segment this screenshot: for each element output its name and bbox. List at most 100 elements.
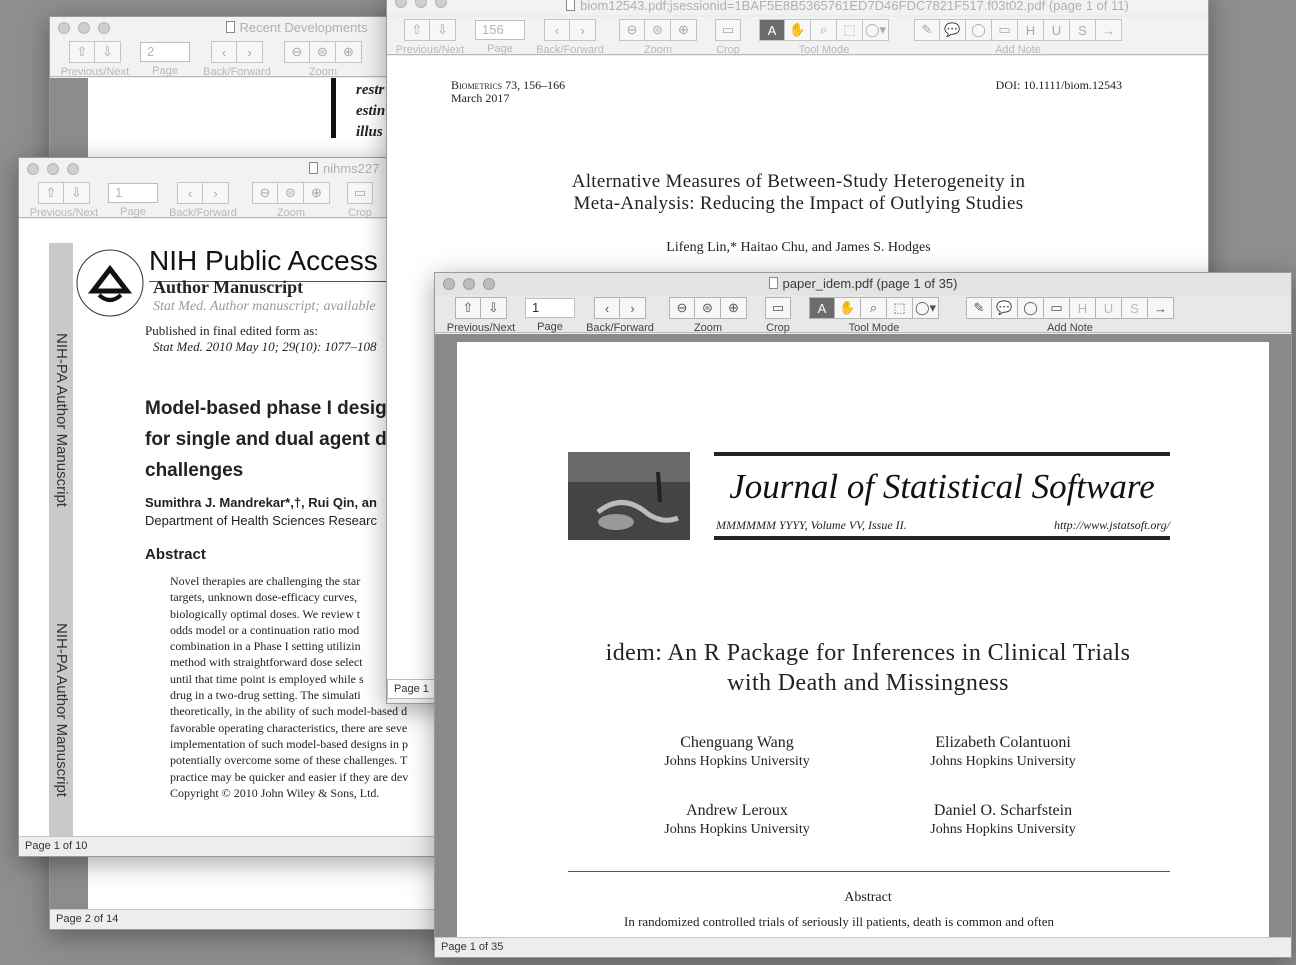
next-page-button[interactable]: ⇩ (64, 182, 90, 204)
underline-icon[interactable]: U (1096, 297, 1122, 319)
document-viewport[interactable]: Journal of Statistical Software MMMMMM Y… (435, 334, 1291, 937)
title-bar[interactable]: paper_idem.pdf (page 1 of 35) (435, 273, 1291, 295)
previous-page-button[interactable]: ⇧ (455, 297, 481, 319)
page-label: Page (487, 43, 513, 55)
shape-tool[interactable]: ◯▾ (863, 19, 889, 41)
side-label: NIH-PA Author Manuscript (53, 333, 70, 507)
rectangle-icon[interactable]: ▭ (1044, 297, 1070, 319)
page-number-field[interactable]: 1 (525, 298, 575, 318)
marquee-tool[interactable]: ⬚ (887, 297, 913, 319)
author-block: Daniel O. Scharfstein Johns Hopkins Univ… (903, 802, 1103, 838)
forward-button[interactable]: › (620, 297, 646, 319)
back-button[interactable]: ‹ (594, 297, 620, 319)
zoom-label: Zoom (276, 207, 306, 219)
forward-button[interactable]: › (570, 19, 596, 41)
abstract-body: Novel therapies are challenging the star… (170, 573, 408, 801)
title-bar[interactable]: nihms227 (19, 158, 443, 180)
zoom-in-button[interactable]: ⊕ (721, 297, 747, 319)
status-bar: Page 1 o (387, 679, 439, 703)
highlight-icon[interactable]: H (1018, 19, 1044, 41)
author-affiliation: Johns Hopkins University (664, 754, 810, 769)
toolbar: ⇧ ⇩ Previous/Next 1 Page ‹ › Back/Forward … (435, 295, 1291, 334)
back-forward-label: Back/Forward (536, 44, 604, 56)
page-number-field[interactable]: 1 (108, 183, 158, 203)
zoom-in-button[interactable]: ⊕ (336, 41, 362, 63)
actual-size-button[interactable]: ⊜ (278, 182, 304, 204)
abstract-line: until that time point is employed while … (170, 671, 364, 686)
arrow-icon[interactable]: → (1148, 297, 1174, 319)
page-number-field[interactable]: 2 (140, 42, 190, 62)
abstract-line: biologically optimal doses. We review t (170, 606, 361, 621)
page-number-field[interactable]: 156 (475, 20, 525, 40)
forward-button[interactable]: › (237, 41, 263, 63)
next-page-button[interactable]: ⇩ (95, 41, 121, 63)
author-affiliation: Johns Hopkins University (930, 822, 1076, 837)
next-page-button[interactable]: ⇩ (430, 19, 456, 41)
document-icon (768, 277, 778, 289)
back-button[interactable]: ‹ (211, 41, 237, 63)
abstract-line: In randomized controlled trials of serio… (624, 914, 1054, 929)
document-viewport[interactable]: NIH-PA Author Manuscript NIH-PA Author M… (19, 219, 443, 836)
author-name: Daniel O. Scharfstein (933, 802, 1073, 819)
rectangle-icon[interactable]: ▭ (992, 19, 1018, 41)
previous-page-button[interactable]: ⇧ (69, 41, 95, 63)
pdf-page: Journal of Statistical Software MMMMMM Y… (457, 342, 1269, 937)
abstract-line: odds model or a continuation ratio mod (170, 622, 360, 637)
oval-icon[interactable]: ◯ (966, 19, 992, 41)
back-forward-label: Back/Forward (203, 66, 271, 78)
marquee-tool[interactable]: ⬚ (837, 19, 863, 41)
side-label: NIH-PA Author Manuscript (53, 623, 70, 797)
margin-bar (331, 78, 336, 138)
hand-tool[interactable]: ✋ (785, 19, 811, 41)
page-text-line: illus (356, 124, 383, 140)
previous-page-button[interactable]: ⇧ (38, 182, 64, 204)
shape-tool[interactable]: ◯▾ (913, 297, 939, 319)
crop-button[interactable]: ▭ (715, 19, 741, 41)
zoom-in-button[interactable]: ⊕ (671, 19, 697, 41)
previous-page-button[interactable]: ⇧ (404, 19, 430, 41)
pencil-icon[interactable]: ✎ (966, 297, 992, 319)
strikethrough-icon[interactable]: S (1122, 297, 1148, 319)
paper-title-line: Meta-Analysis: Reducing the Impact of Ou… (573, 193, 1024, 214)
underline-icon[interactable]: U (1044, 19, 1070, 41)
text-select-tool[interactable]: A (809, 297, 835, 319)
zoom-out-button[interactable]: ⊖ (284, 41, 310, 63)
zoom-out-button[interactable]: ⊖ (669, 297, 695, 319)
back-button[interactable]: ‹ (177, 182, 203, 204)
speech-bubble-icon[interactable]: 💬 (940, 19, 966, 41)
forward-button[interactable]: › (203, 182, 229, 204)
arrow-icon[interactable]: → (1096, 19, 1122, 41)
hand-tool[interactable]: ✋ (835, 297, 861, 319)
back-button[interactable]: ‹ (544, 19, 570, 41)
actual-size-button[interactable]: ⊜ (310, 41, 336, 63)
magnifier-tool[interactable]: ⌕ (861, 297, 887, 319)
page-label: Page (537, 321, 563, 333)
page-label: Page (152, 65, 178, 77)
crop-button[interactable]: ▭ (765, 297, 791, 319)
zoom-out-button[interactable]: ⊖ (619, 19, 645, 41)
next-page-button[interactable]: ⇩ (481, 297, 507, 319)
zoom-in-button[interactable]: ⊕ (304, 182, 330, 204)
abstract-line: theoretically, in the ability of such mo… (170, 704, 408, 719)
title-bar[interactable]: biom12543.pdf;jsessionid=1BAF5E8B5365761… (387, 0, 1208, 15)
paper-title-line: challenges (145, 460, 244, 481)
oval-icon[interactable]: ◯ (1018, 297, 1044, 319)
zoom-label: Zoom (308, 66, 338, 78)
zoom-out-button[interactable]: ⊖ (252, 182, 278, 204)
title-bar[interactable]: Recent Developments (50, 17, 443, 39)
text-select-tool[interactable]: A (759, 19, 785, 41)
window-paper-idem: paper_idem.pdf (page 1 of 35) ⇧ ⇩ Previou… (434, 272, 1292, 958)
actual-size-button[interactable]: ⊜ (645, 19, 671, 41)
highlight-icon[interactable]: H (1070, 297, 1096, 319)
actual-size-button[interactable]: ⊜ (695, 297, 721, 319)
back-forward-label: Back/Forward (586, 322, 654, 334)
speech-bubble-icon[interactable]: 💬 (992, 297, 1018, 319)
magnifier-tool[interactable]: ⌕ (811, 19, 837, 41)
pencil-icon[interactable]: ✎ (914, 19, 940, 41)
crop-button[interactable]: ▭ (347, 182, 373, 204)
strikethrough-icon[interactable]: S (1070, 19, 1096, 41)
author-name: Chenguang Wang (680, 734, 794, 751)
pdf-page: NIH-PA Author Manuscript NIH-PA Author M… (49, 243, 443, 836)
add-note-label: Add Note (1047, 322, 1093, 334)
authors-line: Sumithra J. Mandrekar*,†, Rui Qin, an (145, 495, 377, 510)
